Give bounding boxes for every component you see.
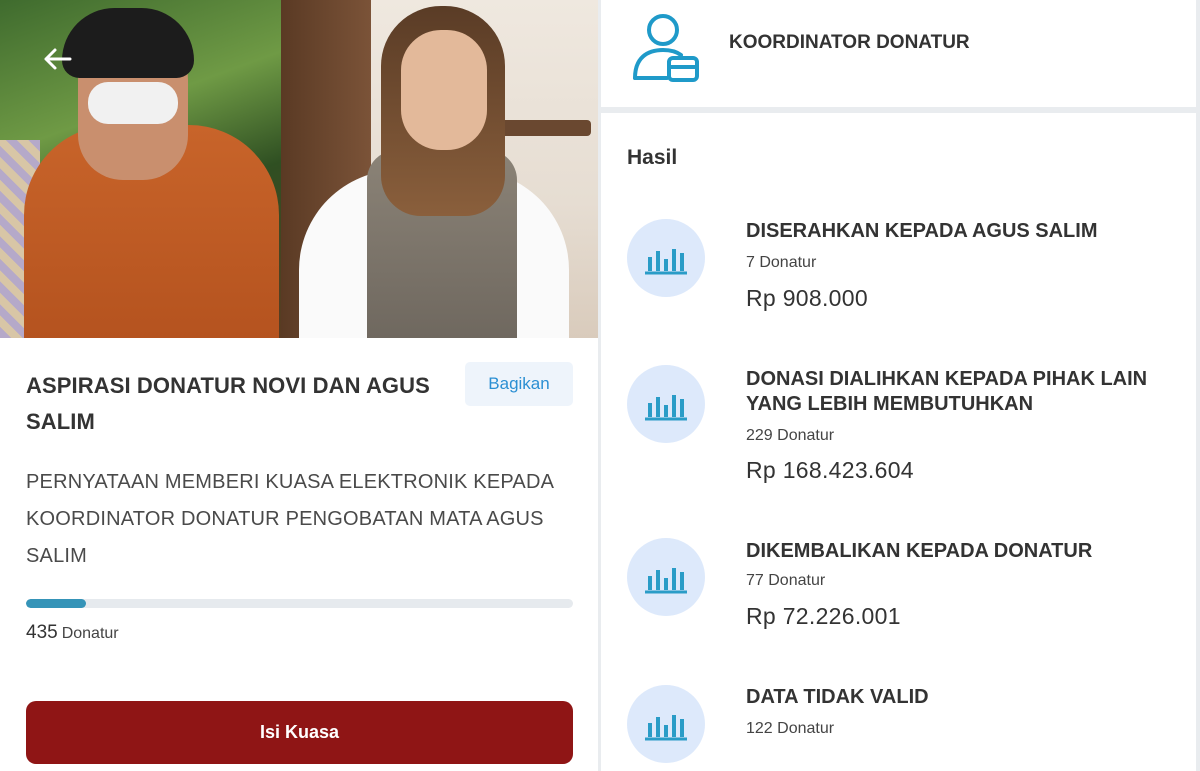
user-card-icon bbox=[629, 8, 703, 84]
result-title: DISERAHKAN KEPADA AGUS SALIM bbox=[746, 220, 1098, 242]
give-authorization-button[interactable]: Isi Kuasa bbox=[26, 701, 573, 764]
result-title: DIKEMBALIKAN KEPADA DONATUR bbox=[746, 540, 1093, 562]
result-count: 122 Donatur bbox=[746, 720, 835, 737]
campaign-title: ASPIRASI DONATUR NOVI DAN AGUS SALIM bbox=[26, 373, 430, 434]
bar-chart-icon bbox=[627, 219, 705, 297]
campaign-hero-image bbox=[0, 0, 598, 338]
donation-progress-bar bbox=[26, 599, 573, 608]
bar-chart-icon bbox=[627, 685, 705, 763]
results-heading: Hasil bbox=[627, 146, 678, 169]
donor-count: 435 Donatur bbox=[26, 622, 119, 644]
result-count: 229 Donatur bbox=[746, 427, 835, 444]
results-panel: Hasil DISERAHKAN KEPADA AGUS SALIM 7 Don… bbox=[601, 113, 1196, 771]
campaign-panel: ASPIRASI DONATUR NOVI DAN AGUS SALIM Bag… bbox=[0, 0, 598, 771]
result-count: 77 Donatur bbox=[746, 572, 826, 589]
result-amount: Rp 72.226.001 bbox=[746, 603, 901, 629]
result-count: 7 Donatur bbox=[746, 254, 817, 271]
donor-count-value: 435 bbox=[26, 622, 58, 643]
arrow-left-icon[interactable] bbox=[38, 42, 76, 80]
result-title: DONASI DIALIHKAN KEPADA PIHAK LAIN YANG … bbox=[746, 368, 1148, 415]
coordinator-label: KOORDINATOR DONATUR bbox=[729, 32, 970, 53]
hero-photo-right bbox=[281, 0, 598, 338]
share-button[interactable]: Bagikan bbox=[465, 362, 573, 406]
bar-chart-icon bbox=[627, 365, 705, 443]
result-title: DATA TIDAK VALID bbox=[746, 686, 929, 708]
campaign-description: PERNYATAAN MEMBERI KUASA ELEKTRONIK KEPA… bbox=[26, 471, 554, 567]
coordinator-card[interactable]: KOORDINATOR DONATUR bbox=[601, 0, 1196, 107]
result-amount: Rp 908.000 bbox=[746, 285, 868, 311]
bar-chart-icon bbox=[627, 538, 705, 616]
donor-count-unit: Donatur bbox=[61, 625, 119, 642]
result-amount: Rp 168.423.604 bbox=[746, 457, 914, 483]
progress-fill bbox=[26, 599, 87, 608]
